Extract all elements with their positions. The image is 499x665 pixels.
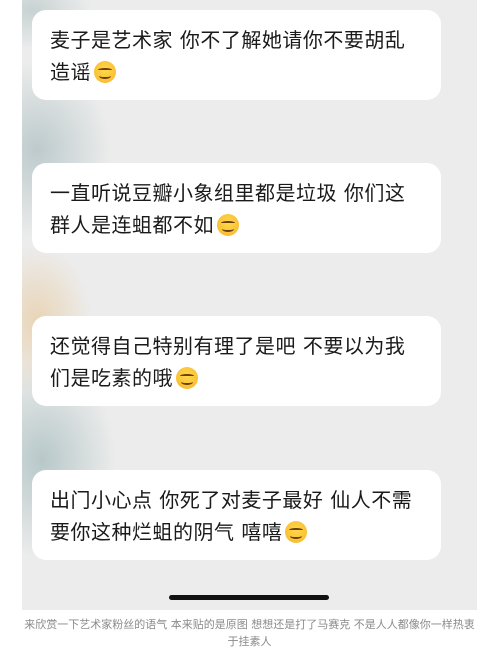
message-text: 还觉得自己特别有理了是吧 不要以为我们是吃素的哦 (50, 334, 406, 390)
chat-screenshot: 麦子是艺术家 你不了解她请你不要胡乱造谣 一直听说豆瓣小象组里都是垃圾 你们这群… (22, 0, 477, 610)
home-indicator (169, 595, 329, 600)
message-text: 一直听说豆瓣小象组里都是垃圾 你们这群人是连蛆都不如 (50, 181, 406, 237)
smiling-face-icon (217, 214, 239, 236)
message-text: 麦子是艺术家 你不了解她请你不要胡乱造谣 (50, 28, 406, 84)
smiling-face-icon (94, 61, 116, 83)
message-bubble: 一直听说豆瓣小象组里都是垃圾 你们这群人是连蛆都不如 (32, 163, 441, 253)
smiling-face-icon (285, 521, 308, 543)
message-bubble: 麦子是艺术家 你不了解她请你不要胡乱造谣 (32, 10, 441, 100)
message-text: 出门小心点 你死了对麦子最好 仙人不需要你这种烂蛆的阴气 嘻嘻 (50, 488, 413, 544)
image-caption: 来欣赏一下艺术家粉丝的语气 本来贴的是原图 想想还是打了马赛克 不是人人都像你一… (24, 618, 475, 648)
message-bubble: 出门小心点 你死了对麦子最好 仙人不需要你这种烂蛆的阴气 嘻嘻 (32, 470, 441, 560)
message-bubble: 还觉得自己特别有理了是吧 不要以为我们是吃素的哦 (32, 316, 441, 406)
smiling-face-icon (176, 367, 198, 389)
